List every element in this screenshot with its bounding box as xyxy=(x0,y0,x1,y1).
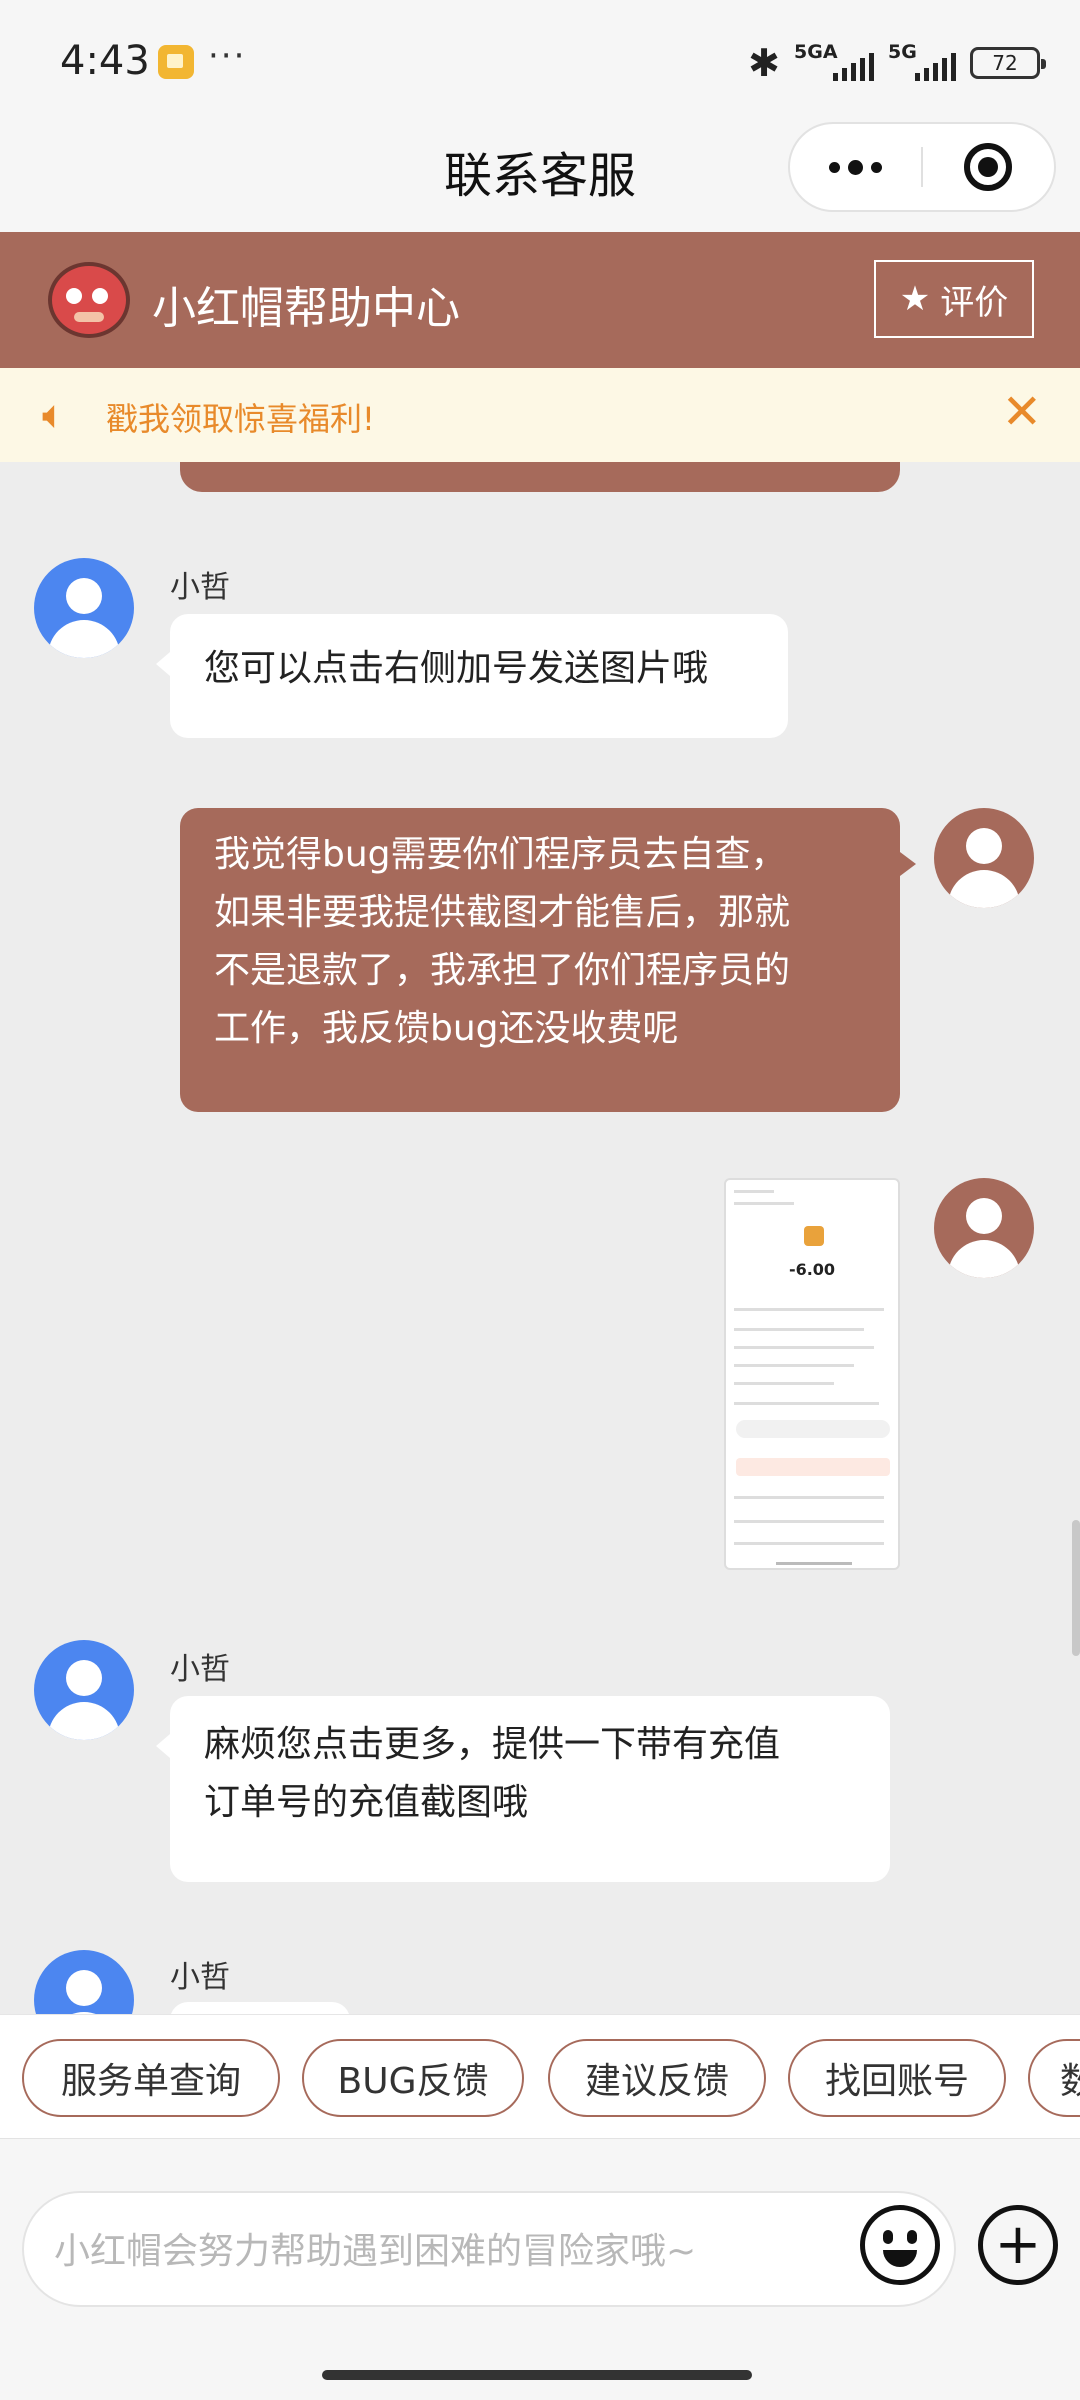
promo-notice[interactable]: 🔈︎ 戳我领取惊喜福利! ✕ xyxy=(0,368,1080,462)
help-center-header: 小红帽帮助中心 ★ 评价 xyxy=(0,232,1080,368)
message-line: 麻烦您点击更多，提供一下带有充值 xyxy=(204,1724,781,1765)
chip-service-order[interactable]: 服务单查询 xyxy=(22,2039,280,2117)
message-line: 不是退款了，我承担了你们程序员的 xyxy=(214,950,791,991)
message-line: 如果非要我提供截图才能售后，那就 xyxy=(214,892,791,933)
battery-icon: 72 xyxy=(970,47,1046,79)
message-input-wrapper[interactable] xyxy=(22,2191,956,2307)
signal-5g-icon: 5G xyxy=(888,41,956,85)
quick-reply-chips: 服务单查询 BUG反馈 建议反馈 找回账号 数 xyxy=(0,2014,1080,2138)
agent-message-bubble[interactable]: 您可以点击右侧加号发送图片哦 xyxy=(156,614,788,738)
signal-5ga-icon: 5GA xyxy=(794,41,874,85)
rate-button[interactable]: ★ 评价 xyxy=(874,260,1034,338)
message-line: 工作，我反馈bug还没收费呢 xyxy=(214,1008,679,1049)
previous-message-bubble xyxy=(180,462,900,492)
sender-name: 小哲 xyxy=(170,1652,230,1687)
plus-icon[interactable]: + xyxy=(978,2205,1058,2285)
close-icon[interactable]: ✕ xyxy=(1002,384,1042,440)
more-notifications-icon: ··· xyxy=(208,36,247,76)
status-bar: 4:43 ··· ✱ 5GA 5G 72 xyxy=(0,0,1080,120)
star-icon: ★ xyxy=(899,279,931,319)
brand-logo xyxy=(48,262,130,338)
input-bar: + xyxy=(0,2138,1080,2400)
user-message-bubble[interactable]: 我觉得bug需要你们程序员去自查， 如果非要我提供截图才能售后，那就 不是退款了… xyxy=(180,808,916,1112)
miniapp-capsule xyxy=(788,122,1056,212)
agent-avatar[interactable] xyxy=(34,1640,134,1740)
emoji-icon[interactable] xyxy=(860,2205,940,2285)
status-indicators: ✱ 5GA 5G 72 xyxy=(748,38,1046,88)
chip-suggestion[interactable]: 建议反馈 xyxy=(548,2039,766,2117)
speaker-icon: 🔈︎ xyxy=(42,392,66,438)
image-amount: -6.00 xyxy=(788,1260,836,1279)
title-bar: 联系客服 xyxy=(0,120,1080,232)
message-line: 我觉得bug需要你们程序员去自查， xyxy=(214,834,787,875)
chip-more[interactable]: 数 xyxy=(1028,2039,1080,2117)
chip-recover-account[interactable]: 找回账号 xyxy=(788,2039,1006,2117)
screenshot-image-message[interactable]: -6.00 xyxy=(724,1178,900,1570)
message-line: 订单号的充值截图哦 xyxy=(204,1782,529,1823)
message-input[interactable] xyxy=(54,2221,834,2281)
agent-message-bubble[interactable] xyxy=(170,2002,350,2014)
target-icon[interactable] xyxy=(923,143,1054,191)
bluetooth-icon: ✱ xyxy=(748,41,780,85)
notification-app-icon xyxy=(158,45,194,79)
scrollbar[interactable] xyxy=(1072,1520,1080,1656)
notice-text[interactable]: 戳我领取惊喜福利! xyxy=(106,394,375,440)
message-text: 您可以点击右侧加号发送图片哦 xyxy=(204,648,709,689)
sender-name: 小哲 xyxy=(170,1960,230,1995)
status-time: 4:43 xyxy=(60,38,150,84)
chat-list[interactable]: 小哲 您可以点击右侧加号发送图片哦 我觉得bug需要你们程序员去自查， 如果非要… xyxy=(0,462,1080,2014)
rate-label: 评价 xyxy=(940,282,1009,323)
agent-avatar[interactable] xyxy=(34,558,134,658)
agent-avatar[interactable] xyxy=(34,1950,134,2014)
user-avatar[interactable] xyxy=(934,808,1034,908)
home-indicator[interactable] xyxy=(322,2370,752,2380)
more-icon[interactable] xyxy=(790,159,921,175)
agent-message-bubble[interactable]: 麻烦您点击更多，提供一下带有充值 订单号的充值截图哦 xyxy=(156,1696,890,1882)
sender-name: 小哲 xyxy=(170,570,230,605)
chip-bug-report[interactable]: BUG反馈 xyxy=(302,2039,524,2117)
image-logo xyxy=(804,1226,824,1246)
user-avatar[interactable] xyxy=(934,1178,1034,1278)
help-center-title: 小红帽帮助中心 xyxy=(152,283,460,334)
